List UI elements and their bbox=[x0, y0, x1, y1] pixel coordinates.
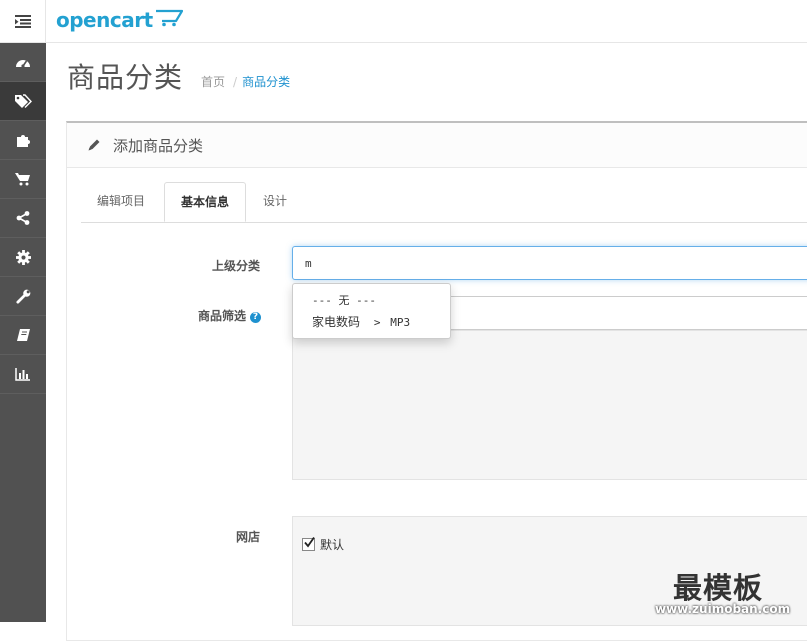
panel-title: 添加商品分类 bbox=[113, 136, 204, 155]
filter-label: 商品筛选? bbox=[198, 307, 262, 324]
sidebar-item-tools[interactable] bbox=[0, 277, 46, 316]
store-default-label: 默认 bbox=[320, 538, 345, 552]
breadcrumb: 首页 / 商品分类 bbox=[201, 73, 290, 90]
tag-icon bbox=[15, 94, 32, 108]
page-title: 商品分类 bbox=[67, 61, 184, 94]
bar-chart-icon bbox=[15, 368, 30, 381]
parent-category-input[interactable] bbox=[292, 246, 807, 280]
wrench-icon bbox=[15, 289, 30, 304]
opencart-logo[interactable]: opencart bbox=[56, 6, 183, 34]
share-icon bbox=[16, 211, 30, 225]
watermark-url: www.zuimoban.com bbox=[655, 602, 791, 616]
puzzle-icon bbox=[17, 135, 30, 147]
autocomplete-item-sub: MP3 bbox=[390, 316, 411, 329]
sidebar bbox=[0, 43, 46, 622]
autocomplete-dropdown: --- 无 --- 家电数码 > MP3 bbox=[292, 283, 451, 339]
sidebar-item-help[interactable] bbox=[0, 316, 46, 355]
autocomplete-item-arrow: > bbox=[373, 316, 381, 329]
filter-list-well bbox=[292, 330, 807, 480]
breadcrumb-home-link[interactable]: 首页 bbox=[201, 75, 225, 89]
help-icon[interactable]: ? bbox=[250, 311, 262, 323]
filter-label-text: 商品筛选 bbox=[198, 309, 247, 323]
store-default-checkbox-row[interactable]: 默认 bbox=[302, 536, 344, 553]
breadcrumb-separator: / bbox=[233, 75, 238, 89]
sidebar-item-sales[interactable] bbox=[0, 160, 46, 199]
top-header: opencart bbox=[0, 0, 807, 43]
autocomplete-item-main: 家电数码 bbox=[312, 315, 361, 329]
sidebar-item-dashboard[interactable] bbox=[0, 43, 46, 82]
store-label: 网店 bbox=[236, 530, 261, 544]
check-icon bbox=[304, 536, 315, 548]
autocomplete-item-none[interactable]: --- 无 --- bbox=[293, 289, 450, 311]
pencil-icon bbox=[88, 139, 100, 151]
watermark-title: 最模板 bbox=[673, 571, 764, 605]
tab-general[interactable]: 编辑项目 bbox=[81, 182, 161, 220]
tab-data[interactable]: 基本信息 bbox=[164, 182, 247, 222]
dashboard-icon bbox=[16, 60, 30, 68]
logo-text: opencart bbox=[56, 8, 153, 32]
shopping-cart-icon bbox=[15, 173, 30, 186]
store-default-checkbox[interactable] bbox=[302, 536, 315, 551]
sidebar-item-settings[interactable] bbox=[0, 238, 46, 277]
book-icon bbox=[16, 329, 30, 341]
autocomplete-item-category[interactable]: 家电数码 > MP3 bbox=[293, 311, 450, 333]
parent-category-label: 上级分类 bbox=[212, 259, 261, 273]
sidebar-item-reports[interactable] bbox=[0, 355, 46, 394]
breadcrumb-current-link[interactable]: 商品分类 bbox=[242, 75, 290, 89]
autocomplete-item-none-text: --- 无 --- bbox=[312, 294, 376, 307]
cart-logo-icon bbox=[155, 9, 183, 27]
form-tabs: 编辑项目 基本信息 设计 bbox=[81, 182, 807, 223]
menu-toggle-icon bbox=[14, 14, 31, 28]
panel-heading: 添加商品分类 bbox=[67, 123, 807, 168]
sidebar-item-marketing[interactable] bbox=[0, 199, 46, 238]
sidebar-item-catalog[interactable] bbox=[0, 82, 46, 121]
gear-icon bbox=[15, 249, 31, 265]
menu-toggle-button[interactable] bbox=[0, 0, 46, 42]
tab-design[interactable]: 设计 bbox=[247, 182, 303, 220]
sidebar-item-extensions[interactable] bbox=[0, 121, 46, 160]
